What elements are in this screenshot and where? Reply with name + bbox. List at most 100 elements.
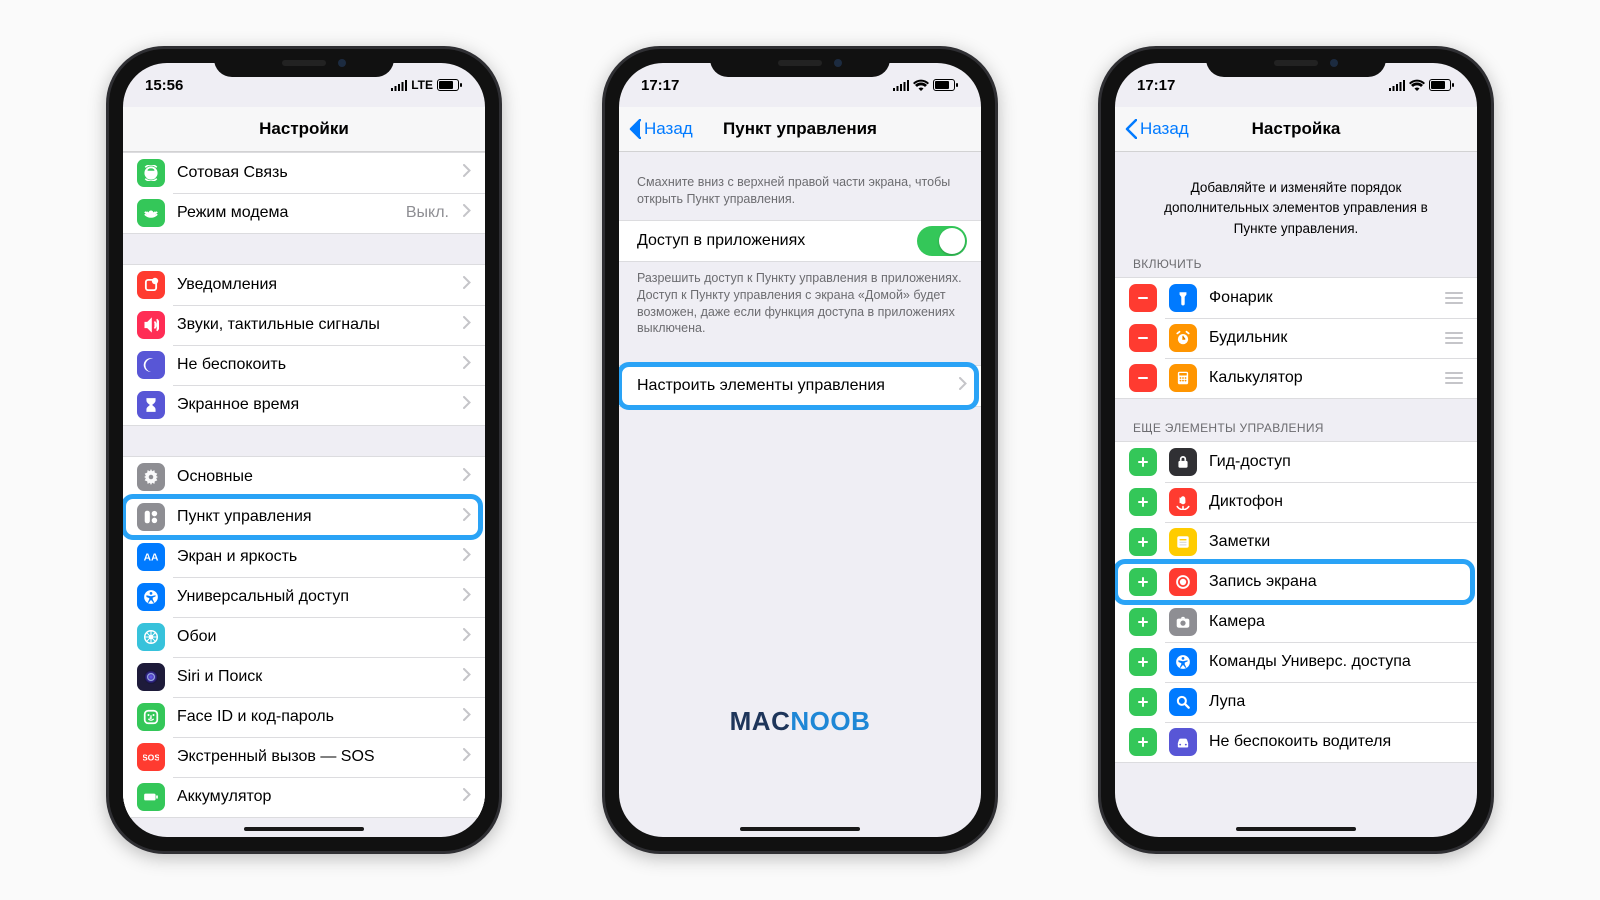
nav-back-button[interactable]: Назад: [1125, 107, 1189, 151]
settings-row-battery[interactable]: Аккумулятор: [123, 777, 485, 817]
nav-title: Настройка: [1252, 119, 1341, 139]
home-indicator[interactable]: [1236, 827, 1356, 831]
chevron-right-icon: [959, 377, 967, 395]
chevron-right-icon: [463, 356, 471, 374]
settings-row-notifications[interactable]: Уведомления: [123, 265, 485, 305]
control-row-lock[interactable]: Гид-доступ: [1115, 442, 1477, 482]
settings-row-wallpaper[interactable]: Обои: [123, 617, 485, 657]
settings-row-faceid[interactable]: Face ID и код-пароль: [123, 697, 485, 737]
reorder-handle-icon[interactable]: [1445, 372, 1463, 384]
access-icon: [1169, 648, 1197, 676]
reorder-handle-icon[interactable]: [1445, 292, 1463, 304]
settings-row-sos[interactable]: Экстренный вызов — SOS: [123, 737, 485, 777]
aa-icon: [137, 543, 165, 571]
control-icon: [137, 503, 165, 531]
settings-row-cellular[interactable]: Сотовая Связь: [123, 153, 485, 193]
home-indicator[interactable]: [740, 827, 860, 831]
row-label: Гид-доступ: [1209, 453, 1463, 471]
row-access-in-apps[interactable]: Доступ в приложениях: [619, 221, 981, 261]
add-button[interactable]: [1129, 728, 1157, 756]
row-label: Экран и яркость: [177, 548, 457, 566]
remove-button[interactable]: [1129, 324, 1157, 352]
nav-title: Настройки: [259, 119, 349, 139]
row-label: Калькулятор: [1209, 369, 1445, 387]
device-notch: [1206, 49, 1386, 77]
row-value: Выкл.: [406, 204, 449, 222]
phone-settings-root: 15:56 LTE Настройки Сотовая СвязьРежим м…: [106, 46, 502, 854]
control-row-notes[interactable]: Заметки: [1115, 522, 1477, 562]
settings-row-gear[interactable]: Основные: [123, 457, 485, 497]
add-button[interactable]: [1129, 688, 1157, 716]
settings-row-siri[interactable]: Siri и Поиск: [123, 657, 485, 697]
section-included: ВКЛЮЧИТЬ: [1115, 257, 1477, 277]
flashlight-icon: [1169, 284, 1197, 312]
chevron-right-icon: [463, 316, 471, 334]
device-notch: [214, 49, 394, 77]
add-button[interactable]: [1129, 608, 1157, 636]
nav-bar: Назад Настройка: [1115, 107, 1477, 152]
settings-row-hourglass[interactable]: Экранное время: [123, 385, 485, 425]
remove-button[interactable]: [1129, 284, 1157, 312]
control-row-magnifier[interactable]: Лупа: [1115, 682, 1477, 722]
magnifier-icon: [1169, 688, 1197, 716]
add-button[interactable]: [1129, 488, 1157, 516]
row-label: Универсальный доступ: [177, 588, 457, 606]
moon-icon: [137, 351, 165, 379]
nav-back-button[interactable]: Назад: [629, 107, 693, 151]
status-icons: [892, 79, 959, 91]
settings-row-hotspot[interactable]: Режим модемаВыкл.: [123, 193, 485, 233]
row-customize-controls[interactable]: Настроить элементы управления: [619, 366, 981, 406]
toggle-access-in-apps[interactable]: [917, 226, 967, 256]
hint-swipe: Смахните вниз с верхней правой части экр…: [619, 152, 981, 208]
control-row-camera[interactable]: Камера: [1115, 602, 1477, 642]
chevron-right-icon: [463, 276, 471, 294]
phone-customize-controls: 17:17 Назад Настройка Добавляйте и измен…: [1098, 46, 1494, 854]
row-label: Заметки: [1209, 533, 1463, 551]
settings-row-aa[interactable]: Экран и яркость: [123, 537, 485, 577]
row-label: Аккумулятор: [177, 788, 457, 806]
control-row-alarm[interactable]: Будильник: [1115, 318, 1477, 358]
control-row-access[interactable]: Команды Универс. доступа: [1115, 642, 1477, 682]
row-label: Обои: [177, 628, 457, 646]
row-label: Сотовая Связь: [177, 164, 457, 182]
settings-row-accessibility[interactable]: Универсальный доступ: [123, 577, 485, 617]
settings-row-sounds[interactable]: Звуки, тактильные сигналы: [123, 305, 485, 345]
settings-row-control[interactable]: Пункт управления: [123, 497, 485, 537]
alarm-icon: [1169, 324, 1197, 352]
add-button[interactable]: [1129, 568, 1157, 596]
sos-icon: [137, 743, 165, 771]
voice-icon: [1169, 488, 1197, 516]
footer-access: Разрешить доступ к Пункту управления в п…: [619, 262, 981, 338]
home-indicator[interactable]: [244, 827, 364, 831]
siri-icon: [137, 663, 165, 691]
reorder-handle-icon[interactable]: [1445, 332, 1463, 344]
watermark: MACNOOB: [619, 706, 981, 737]
add-button[interactable]: [1129, 648, 1157, 676]
chevron-right-icon: [463, 708, 471, 726]
row-label: Фонарик: [1209, 289, 1445, 307]
control-row-calc[interactable]: Калькулятор: [1115, 358, 1477, 398]
status-icons: LTE: [390, 78, 463, 92]
add-button[interactable]: [1129, 528, 1157, 556]
add-button[interactable]: [1129, 448, 1157, 476]
chevron-right-icon: [463, 788, 471, 806]
battery-icon: [137, 783, 165, 811]
notes-icon: [1169, 528, 1197, 556]
chevron-right-icon: [463, 628, 471, 646]
cellular-icon: [137, 159, 165, 187]
row-label: Основные: [177, 468, 457, 486]
section-more: ЕЩЕ ЭЛЕМЕНТЫ УПРАВЛЕНИЯ: [1115, 421, 1477, 441]
settings-row-moon[interactable]: Не беспокоить: [123, 345, 485, 385]
hotspot-icon: [137, 199, 165, 227]
control-row-record[interactable]: Запись экрана: [1115, 562, 1477, 602]
status-time: 17:17: [1137, 77, 1175, 94]
remove-button[interactable]: [1129, 364, 1157, 392]
chevron-right-icon: [463, 748, 471, 766]
control-row-car[interactable]: Не беспокоить водителя: [1115, 722, 1477, 762]
hourglass-icon: [137, 391, 165, 419]
control-row-flashlight[interactable]: Фонарик: [1115, 278, 1477, 318]
control-row-voice[interactable]: Диктофон: [1115, 482, 1477, 522]
row-label: Звуки, тактильные сигналы: [177, 316, 457, 334]
chevron-right-icon: [463, 396, 471, 414]
row-label: Уведомления: [177, 276, 457, 294]
